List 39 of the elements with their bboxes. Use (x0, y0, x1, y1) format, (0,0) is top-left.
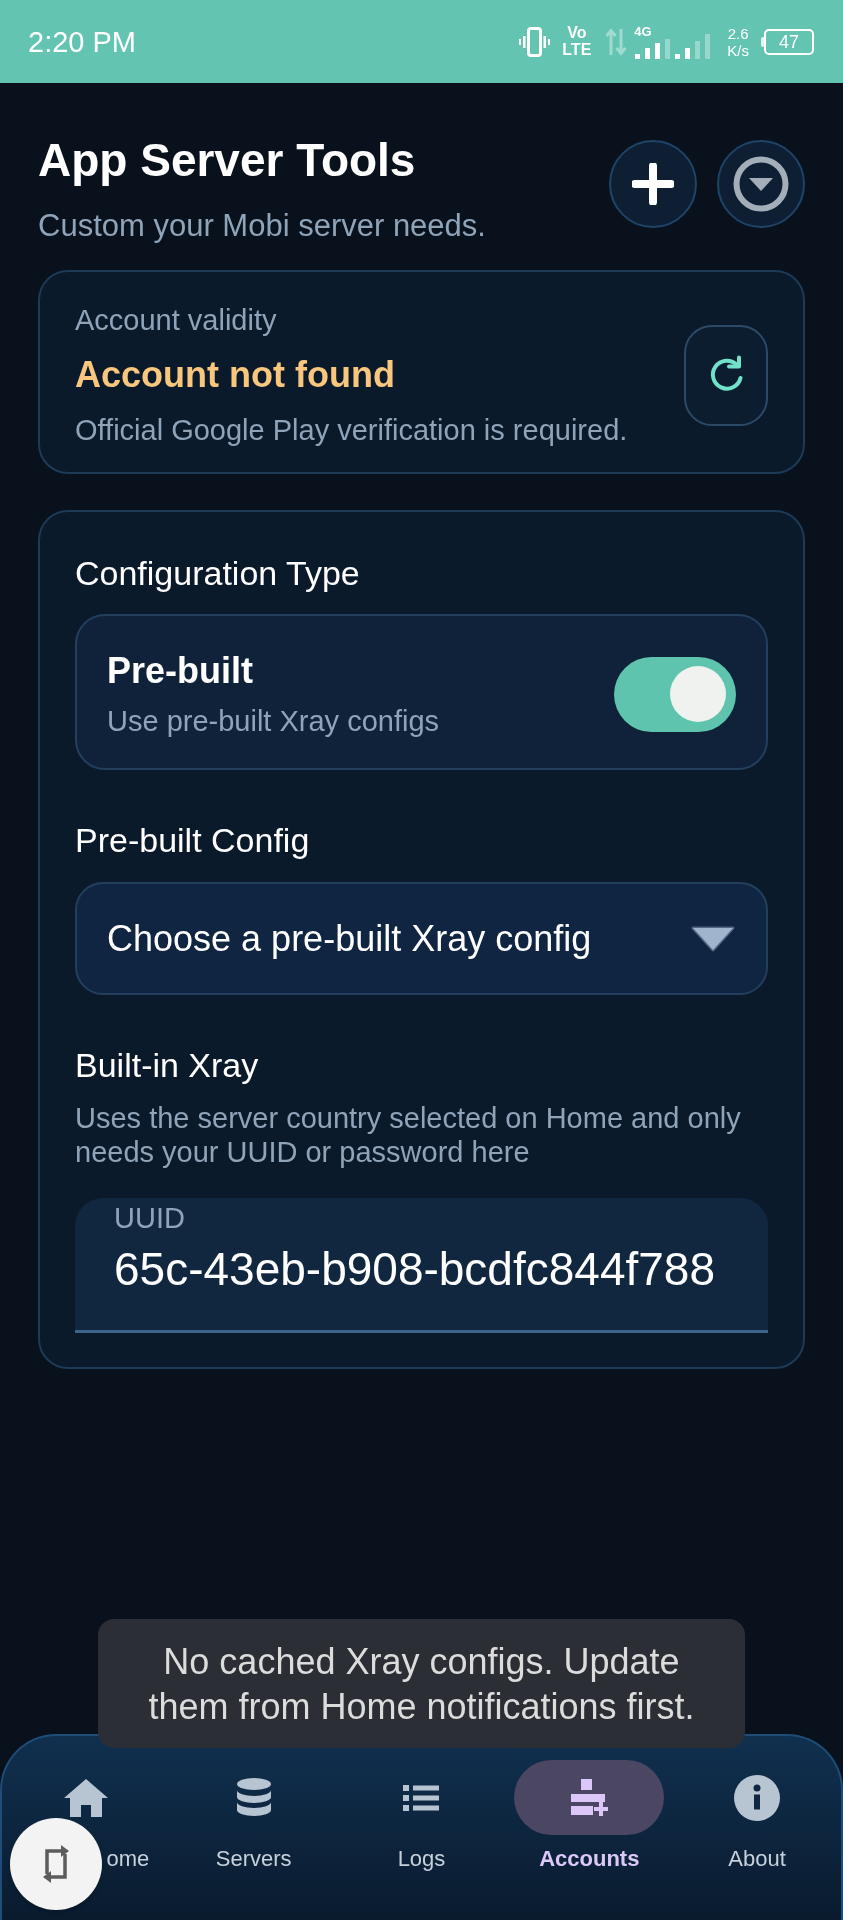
network-speed-text: 2.6 (727, 24, 749, 42)
data-arrows-icon (605, 27, 628, 56)
config-dropdown[interactable]: Choose a pre-built Xray config (75, 882, 768, 995)
nav-tab[interactable]: ome (2, 1736, 170, 1920)
builtin-title: Built-in Xray (75, 1045, 260, 1085)
page-title: App Server Tools (38, 133, 417, 187)
toggle-description: Use pre-built Xray configs (107, 704, 440, 738)
account-note: Official Google Play verification is required. (75, 413, 629, 447)
dropdown-label: Pre-built Config (75, 820, 311, 860)
nav-tab[interactable]: Servers (169, 1736, 338, 1920)
network-type-text: 4G (634, 24, 652, 38)
section-title: Configuration Type (75, 553, 361, 593)
toggle-title: Pre-built (107, 650, 254, 692)
database-icon (234, 1776, 273, 1819)
list-icon (403, 1784, 440, 1811)
volte-text: Vo (567, 25, 587, 41)
builtin-description: Uses the server country selected on Home and only needs your UUID or password here (75, 1101, 742, 1169)
network-speed-unit: K/s (727, 41, 749, 59)
signal-icon (634, 38, 673, 59)
account-status: Account not found (75, 354, 396, 396)
plus-icon (632, 163, 674, 205)
status-time: 2:20 PM (28, 24, 136, 59)
page-subtitle: Custom your Mobi server needs. (38, 208, 486, 244)
house-icon (62, 1777, 109, 1818)
swap-arrows-icon (41, 1844, 71, 1884)
nav-tab[interactable]: About (673, 1736, 841, 1920)
signal-icon (675, 33, 712, 59)
vibrate-icon (519, 26, 551, 57)
battery-level-text: 47 (779, 31, 799, 52)
blocks-plus-icon (569, 1778, 610, 1817)
info-icon (734, 1774, 781, 1821)
toast-message: No cached Xray configs. Update them from Home notifications first. (147, 1639, 696, 1729)
dropdown-circle-icon (733, 156, 789, 212)
volte-text: LTE (562, 41, 592, 58)
caret-down-icon (691, 925, 735, 952)
uuid-field[interactable]: UUID 65c-43eb-b908-bcdfc844f788 (75, 1198, 768, 1333)
refresh-button[interactable] (684, 324, 768, 426)
account-label: Account validity (75, 303, 278, 337)
nav-tab[interactable]: Logs (337, 1736, 506, 1920)
